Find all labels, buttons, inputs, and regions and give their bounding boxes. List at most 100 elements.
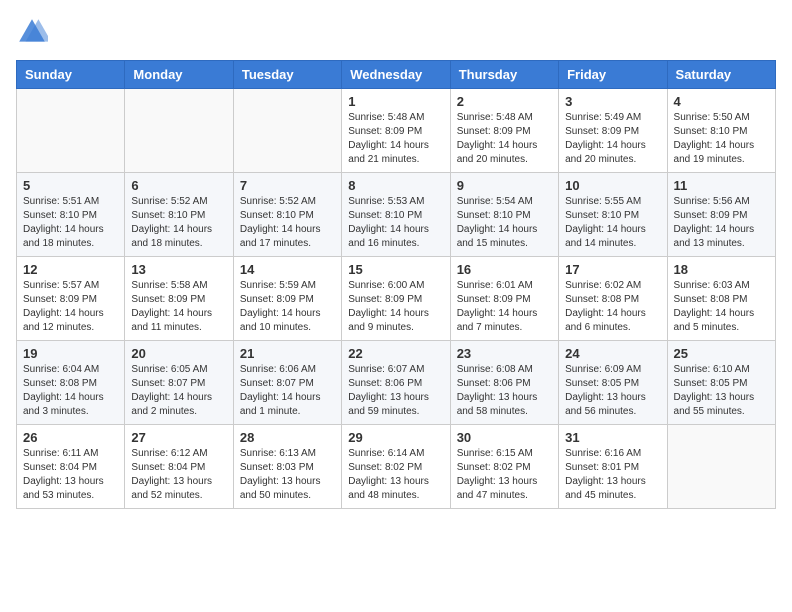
calendar-cell: 27 Sunrise: 6:12 AM Sunset: 8:04 PM Dayli… bbox=[125, 425, 233, 509]
day-number: 13 bbox=[131, 262, 226, 277]
page-header bbox=[16, 16, 776, 48]
weekday-header-row: SundayMondayTuesdayWednesdayThursdayFrid… bbox=[17, 61, 776, 89]
day-info: Sunrise: 6:15 AM Sunset: 8:02 PM Dayligh… bbox=[457, 447, 552, 503]
week-row-4: 19 Sunrise: 6:04 AM Sunset: 8:08 PM Dayli… bbox=[17, 341, 776, 425]
day-info: Sunrise: 5:51 AM Sunset: 8:10 PM Dayligh… bbox=[23, 195, 118, 251]
calendar-cell: 17 Sunrise: 6:02 AM Sunset: 8:08 PM Dayli… bbox=[559, 257, 667, 341]
day-info: Sunrise: 5:59 AM Sunset: 8:09 PM Dayligh… bbox=[240, 279, 335, 335]
day-info: Sunrise: 6:05 AM Sunset: 8:07 PM Dayligh… bbox=[131, 363, 226, 419]
calendar-cell: 6 Sunrise: 5:52 AM Sunset: 8:10 PM Daylig… bbox=[125, 173, 233, 257]
day-number: 15 bbox=[348, 262, 443, 277]
weekday-friday: Friday bbox=[559, 61, 667, 89]
calendar-cell: 1Sunrise: 5:48 AM Sunset: 8:09 PM Daylig… bbox=[342, 89, 450, 173]
calendar-cell: 13Sunrise: 5:58 AM Sunset: 8:09 PM Dayli… bbox=[125, 257, 233, 341]
calendar-cell: 24Sunrise: 6:09 AM Sunset: 8:05 PM Dayli… bbox=[559, 341, 667, 425]
day-info: Sunrise: 6:13 AM Sunset: 8:03 PM Dayligh… bbox=[240, 447, 335, 503]
logo bbox=[16, 16, 52, 48]
calendar-cell bbox=[233, 89, 341, 173]
day-number: 28 bbox=[240, 430, 335, 445]
calendar-cell: 10 Sunrise: 5:55 AM Sunset: 8:10 PM Dayli… bbox=[559, 173, 667, 257]
calendar-cell: 16 Sunrise: 6:01 AM Sunset: 8:09 PM Dayli… bbox=[450, 257, 558, 341]
day-info: Sunrise: 5:50 AM Sunset: 8:10 PM Dayligh… bbox=[674, 111, 769, 167]
calendar-cell: 26 Sunrise: 6:11 AM Sunset: 8:04 PM Dayli… bbox=[17, 425, 125, 509]
calendar-cell: 5 Sunrise: 5:51 AM Sunset: 8:10 PM Daylig… bbox=[17, 173, 125, 257]
day-info: Sunrise: 5:55 AM Sunset: 8:10 PM Dayligh… bbox=[565, 195, 660, 251]
day-number: 4 bbox=[674, 94, 769, 109]
calendar-cell bbox=[667, 425, 775, 509]
day-number: 3 bbox=[565, 94, 660, 109]
day-info: Sunrise: 6:14 AM Sunset: 8:02 PM Dayligh… bbox=[348, 447, 443, 503]
weekday-wednesday: Wednesday bbox=[342, 61, 450, 89]
day-info: Sunrise: 5:56 AM Sunset: 8:09 PM Dayligh… bbox=[674, 195, 769, 251]
weekday-monday: Monday bbox=[125, 61, 233, 89]
day-info: Sunrise: 6:01 AM Sunset: 8:09 PM Dayligh… bbox=[457, 279, 552, 335]
day-number: 22 bbox=[348, 346, 443, 361]
day-number: 20 bbox=[131, 346, 226, 361]
day-info: Sunrise: 5:48 AM Sunset: 8:09 PM Dayligh… bbox=[348, 111, 443, 167]
calendar-cell: 4 Sunrise: 5:50 AM Sunset: 8:10 PM Daylig… bbox=[667, 89, 775, 173]
day-number: 9 bbox=[457, 178, 552, 193]
day-number: 23 bbox=[457, 346, 552, 361]
calendar-cell: 23 Sunrise: 6:08 AM Sunset: 8:06 PM Dayli… bbox=[450, 341, 558, 425]
day-info: Sunrise: 6:06 AM Sunset: 8:07 PM Dayligh… bbox=[240, 363, 335, 419]
day-info: Sunrise: 5:52 AM Sunset: 8:10 PM Dayligh… bbox=[131, 195, 226, 251]
day-number: 12 bbox=[23, 262, 118, 277]
day-number: 6 bbox=[131, 178, 226, 193]
day-info: Sunrise: 6:03 AM Sunset: 8:08 PM Dayligh… bbox=[674, 279, 769, 335]
day-info: Sunrise: 5:53 AM Sunset: 8:10 PM Dayligh… bbox=[348, 195, 443, 251]
calendar-cell: 30Sunrise: 6:15 AM Sunset: 8:02 PM Dayli… bbox=[450, 425, 558, 509]
day-info: Sunrise: 5:49 AM Sunset: 8:09 PM Dayligh… bbox=[565, 111, 660, 167]
weekday-tuesday: Tuesday bbox=[233, 61, 341, 89]
day-number: 26 bbox=[23, 430, 118, 445]
day-number: 17 bbox=[565, 262, 660, 277]
weekday-saturday: Saturday bbox=[667, 61, 775, 89]
day-number: 19 bbox=[23, 346, 118, 361]
calendar-cell: 7Sunrise: 5:52 AM Sunset: 8:10 PM Daylig… bbox=[233, 173, 341, 257]
day-info: Sunrise: 6:00 AM Sunset: 8:09 PM Dayligh… bbox=[348, 279, 443, 335]
day-number: 16 bbox=[457, 262, 552, 277]
calendar-cell: 28 Sunrise: 6:13 AM Sunset: 8:03 PM Dayli… bbox=[233, 425, 341, 509]
calendar-cell: 9Sunrise: 5:54 AM Sunset: 8:10 PM Daylig… bbox=[450, 173, 558, 257]
day-info: Sunrise: 6:11 AM Sunset: 8:04 PM Dayligh… bbox=[23, 447, 118, 503]
day-number: 31 bbox=[565, 430, 660, 445]
day-number: 10 bbox=[565, 178, 660, 193]
calendar-table: SundayMondayTuesdayWednesdayThursdayFrid… bbox=[16, 60, 776, 509]
day-number: 18 bbox=[674, 262, 769, 277]
calendar-cell: 8 Sunrise: 5:53 AM Sunset: 8:10 PM Daylig… bbox=[342, 173, 450, 257]
week-row-1: 1Sunrise: 5:48 AM Sunset: 8:09 PM Daylig… bbox=[17, 89, 776, 173]
day-info: Sunrise: 6:04 AM Sunset: 8:08 PM Dayligh… bbox=[23, 363, 118, 419]
day-info: Sunrise: 6:10 AM Sunset: 8:05 PM Dayligh… bbox=[674, 363, 769, 419]
day-info: Sunrise: 6:12 AM Sunset: 8:04 PM Dayligh… bbox=[131, 447, 226, 503]
calendar-cell: 25 Sunrise: 6:10 AM Sunset: 8:05 PM Dayli… bbox=[667, 341, 775, 425]
day-info: Sunrise: 5:48 AM Sunset: 8:09 PM Dayligh… bbox=[457, 111, 552, 167]
day-info: Sunrise: 5:52 AM Sunset: 8:10 PM Dayligh… bbox=[240, 195, 335, 251]
calendar-cell: 14Sunrise: 5:59 AM Sunset: 8:09 PM Dayli… bbox=[233, 257, 341, 341]
week-row-2: 5 Sunrise: 5:51 AM Sunset: 8:10 PM Daylig… bbox=[17, 173, 776, 257]
calendar-cell: 31 Sunrise: 6:16 AM Sunset: 8:01 PM Dayli… bbox=[559, 425, 667, 509]
day-number: 5 bbox=[23, 178, 118, 193]
calendar-cell: 3 Sunrise: 5:49 AM Sunset: 8:09 PM Daylig… bbox=[559, 89, 667, 173]
calendar-cell: 12Sunrise: 5:57 AM Sunset: 8:09 PM Dayli… bbox=[17, 257, 125, 341]
day-number: 27 bbox=[131, 430, 226, 445]
calendar-cell: 15 Sunrise: 6:00 AM Sunset: 8:09 PM Dayli… bbox=[342, 257, 450, 341]
day-info: Sunrise: 6:09 AM Sunset: 8:05 PM Dayligh… bbox=[565, 363, 660, 419]
day-number: 2 bbox=[457, 94, 552, 109]
calendar-cell: 2 Sunrise: 5:48 AM Sunset: 8:09 PM Daylig… bbox=[450, 89, 558, 173]
week-row-3: 12Sunrise: 5:57 AM Sunset: 8:09 PM Dayli… bbox=[17, 257, 776, 341]
week-row-5: 26 Sunrise: 6:11 AM Sunset: 8:04 PM Dayli… bbox=[17, 425, 776, 509]
calendar-cell: 18 Sunrise: 6:03 AM Sunset: 8:08 PM Dayli… bbox=[667, 257, 775, 341]
calendar-cell: 11 Sunrise: 5:56 AM Sunset: 8:09 PM Dayli… bbox=[667, 173, 775, 257]
day-number: 8 bbox=[348, 178, 443, 193]
day-info: Sunrise: 6:08 AM Sunset: 8:06 PM Dayligh… bbox=[457, 363, 552, 419]
weekday-sunday: Sunday bbox=[17, 61, 125, 89]
day-number: 25 bbox=[674, 346, 769, 361]
calendar-cell: 20 Sunrise: 6:05 AM Sunset: 8:07 PM Dayli… bbox=[125, 341, 233, 425]
day-number: 11 bbox=[674, 178, 769, 193]
day-info: Sunrise: 6:16 AM Sunset: 8:01 PM Dayligh… bbox=[565, 447, 660, 503]
day-info: Sunrise: 6:07 AM Sunset: 8:06 PM Dayligh… bbox=[348, 363, 443, 419]
calendar-cell: 21Sunrise: 6:06 AM Sunset: 8:07 PM Dayli… bbox=[233, 341, 341, 425]
calendar-cell bbox=[17, 89, 125, 173]
day-number: 29 bbox=[348, 430, 443, 445]
day-info: Sunrise: 6:02 AM Sunset: 8:08 PM Dayligh… bbox=[565, 279, 660, 335]
weekday-thursday: Thursday bbox=[450, 61, 558, 89]
